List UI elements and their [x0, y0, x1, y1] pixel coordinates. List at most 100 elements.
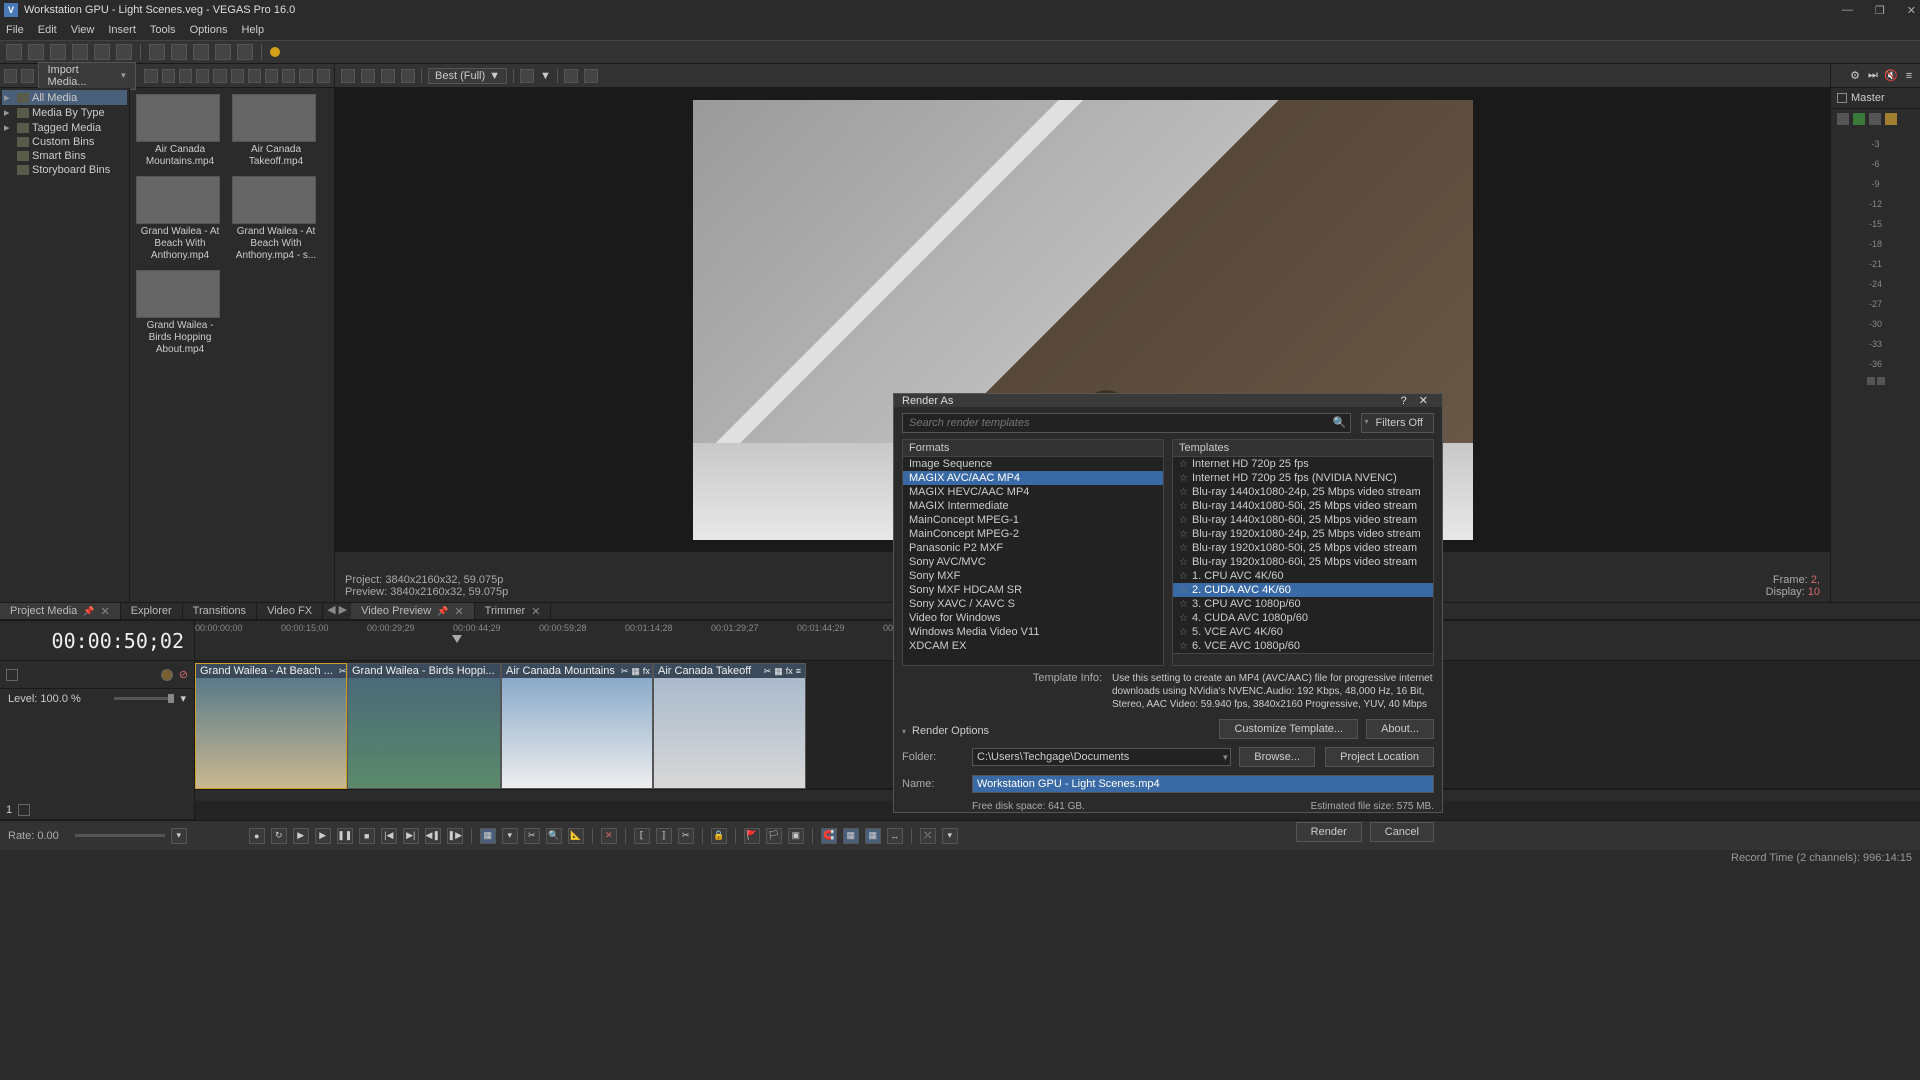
gear-icon[interactable]: ⚙ [1848, 69, 1862, 83]
minimize-button[interactable]: — [1842, 4, 1853, 17]
mute-icon[interactable]: 🔇 [1884, 69, 1898, 83]
tab-explorer[interactable]: Explorer [121, 603, 183, 619]
rate-slider[interactable] [75, 834, 165, 837]
lock-button[interactable]: 🔒 [711, 828, 727, 844]
preview-settings-icon[interactable] [341, 69, 355, 83]
search-templates-input[interactable] [902, 413, 1351, 433]
save-button[interactable] [50, 44, 66, 60]
track-fx-icon[interactable]: ⊘ [179, 668, 188, 681]
master-link[interactable] [1831, 377, 1920, 385]
favorite-star-icon[interactable]: ☆ [1179, 487, 1188, 498]
close-button[interactable]: ✕ [1907, 4, 1916, 17]
format-item[interactable]: Image Sequence [903, 457, 1163, 471]
format-item[interactable]: XDCAM EX [903, 639, 1163, 653]
favorite-star-icon[interactable]: ☆ [1179, 529, 1188, 540]
menu-help[interactable]: Help [241, 24, 264, 36]
redo-button[interactable] [237, 44, 253, 60]
favorite-star-icon[interactable]: ☆ [1179, 599, 1188, 610]
track-bypass-icon[interactable] [161, 669, 173, 681]
template-item[interactable]: ☆4. CUDA AVC 1080p/60 [1173, 611, 1433, 625]
mixer-icon[interactable]: ≡ [1902, 69, 1916, 83]
favorite-star-icon[interactable]: ☆ [1179, 543, 1188, 554]
timeline-clip[interactable]: Air Canada Mountains✂▦fx≡ [501, 663, 653, 789]
favorite-star-icon[interactable]: ☆ [1179, 571, 1188, 582]
copy-button[interactable] [171, 44, 187, 60]
media-search-button[interactable] [317, 69, 330, 83]
template-item[interactable]: ☆Internet HD 720p 25 fps [1173, 457, 1433, 471]
template-item[interactable]: ☆1. CPU AVC 4K/60 [1173, 569, 1433, 583]
skip-icon[interactable]: ⏭ [1866, 69, 1880, 83]
media-tool-5[interactable] [179, 69, 192, 83]
format-item[interactable]: MAGIX Intermediate [903, 499, 1163, 513]
media-tool-9[interactable] [248, 69, 261, 83]
tab-project-media[interactable]: Project Media📌✕ [0, 603, 121, 619]
tab-transitions[interactable]: Transitions [183, 603, 257, 619]
video-track-header[interactable]: ⊘ [0, 661, 194, 689]
format-item[interactable]: MAGIX AVC/AAC MP4 [903, 471, 1163, 485]
open-button[interactable] [28, 44, 44, 60]
template-item[interactable]: ☆2. CUDA AVC 4K/60 [1173, 583, 1433, 597]
template-item[interactable]: ☆Blu-ray 1920x1080-50i, 25 Mbps video st… [1173, 541, 1433, 555]
delete-button[interactable]: ✕ [601, 828, 617, 844]
loop-button[interactable]: ↻ [271, 828, 287, 844]
menu-edit[interactable]: Edit [38, 24, 57, 36]
tree-item-storyboard-bins[interactable]: Storyboard Bins [2, 163, 127, 177]
track-menu-icon[interactable] [6, 669, 18, 681]
media-tool-6[interactable] [196, 69, 209, 83]
media-thumb[interactable]: Grand Wailea - Birds Hopping About.mp4 [136, 270, 224, 356]
settings-button[interactable] [116, 44, 132, 60]
tree-item-smart-bins[interactable]: Smart Bins [2, 149, 127, 163]
marker-button[interactable]: 🚩 [744, 828, 760, 844]
favorite-star-icon[interactable]: ☆ [1179, 557, 1188, 568]
timeline-clip[interactable]: Air Canada Takeoff✂▦fx≡ [653, 663, 806, 789]
formats-list[interactable]: Image SequenceMAGIX AVC/AAC MP4MAGIX HEV… [903, 457, 1163, 665]
preview-grid-icon[interactable] [520, 69, 534, 83]
go-start-button[interactable]: |◀ [381, 828, 397, 844]
pause-button[interactable]: ❚❚ [337, 828, 353, 844]
tab-video-fx[interactable]: Video FX [257, 603, 323, 619]
template-item[interactable]: ☆Internet HD 720p 25 fps (NVIDIA NVENC) [1173, 471, 1433, 485]
template-item[interactable]: ☆Blu-ray 1920x1080-24p, 25 Mbps video st… [1173, 527, 1433, 541]
name-input[interactable] [972, 775, 1434, 793]
favorite-star-icon[interactable]: ☆ [1179, 627, 1188, 638]
template-item[interactable]: ☆Blu-ray 1920x1080-60i, 25 Mbps video st… [1173, 555, 1433, 569]
snap-button[interactable]: 🧲 [821, 828, 837, 844]
fx-green-icon[interactable] [1853, 113, 1865, 125]
slider-menu[interactable]: ▾ [180, 692, 186, 705]
media-tool-8[interactable] [231, 69, 244, 83]
playhead[interactable] [452, 635, 462, 643]
help-button[interactable]: ? [1395, 395, 1413, 407]
media-tool-10[interactable] [265, 69, 278, 83]
envelope-tool[interactable]: 📐 [568, 828, 584, 844]
fx-icon[interactable] [1837, 113, 1849, 125]
pin-icon[interactable]: 📌 [83, 606, 94, 617]
media-tool-1[interactable] [4, 69, 17, 83]
cancel-button[interactable]: Cancel [1370, 822, 1434, 842]
media-tool-7[interactable] [213, 69, 226, 83]
media-thumb[interactable]: Grand Wailea - At Beach With Anthony.mp4 [136, 176, 224, 262]
template-item[interactable]: ☆Blu-ray 1440x1080-60i, 25 Mbps video st… [1173, 513, 1433, 527]
fx-yellow-icon[interactable] [1885, 113, 1897, 125]
template-item[interactable]: ☆6. VCE AVC 1080p/60 [1173, 639, 1433, 653]
about-button[interactable]: About... [1366, 719, 1434, 739]
media-view-dropdown[interactable] [299, 69, 312, 83]
rate-menu[interactable]: ▾ [171, 828, 187, 844]
edit-tool-dd[interactable]: ▾ [502, 828, 518, 844]
stop-button[interactable]: ■ [359, 828, 375, 844]
search-icon[interactable]: 🔍 [1333, 416, 1347, 429]
preview-copy-icon[interactable] [564, 69, 578, 83]
preview-quality-dropdown[interactable]: Best (Full) ▼ [428, 68, 507, 84]
import-media-button[interactable]: Import Media... ▼ [38, 62, 136, 90]
region-button[interactable]: 🏳 [766, 828, 782, 844]
favorite-star-icon[interactable]: ☆ [1179, 515, 1188, 526]
whats-this-icon[interactable] [270, 47, 280, 57]
new-button[interactable] [6, 44, 22, 60]
media-tool-11[interactable] [282, 69, 295, 83]
project-location-button[interactable]: Project Location [1325, 747, 1434, 767]
close-dialog-button[interactable]: ✕ [1413, 394, 1434, 407]
render-options-expander[interactable]: Render Options [902, 723, 989, 739]
tree-item-media-by-type[interactable]: ▸Media By Type [2, 105, 127, 120]
template-item[interactable]: ☆Blu-ray 1440x1080-50i, 25 Mbps video st… [1173, 499, 1433, 513]
menu-view[interactable]: View [71, 24, 95, 36]
preview-fx2-icon[interactable] [381, 69, 395, 83]
